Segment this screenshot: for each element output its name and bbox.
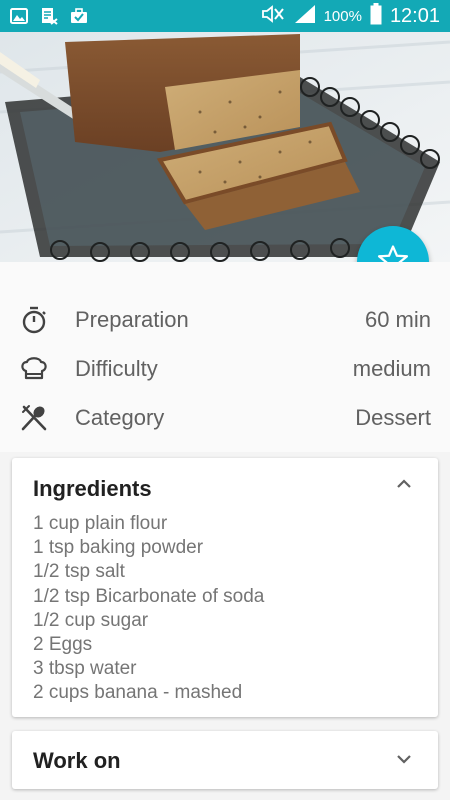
- clock: 12:01: [389, 4, 440, 27]
- timer-icon: [19, 305, 49, 335]
- briefcase-icon: [70, 8, 88, 24]
- signal-icon: [294, 4, 316, 29]
- list-item: 1 tsp baking powder: [33, 537, 204, 559]
- recipe-info: Preparation 60 min Difficulty medium Cat…: [0, 262, 450, 452]
- document-icon: [40, 7, 58, 25]
- info-row-difficulty: Difficulty medium: [0, 345, 450, 393]
- work-on-card[interactable]: Work on: [12, 731, 438, 789]
- list-item: 3 tbsp water: [33, 658, 137, 680]
- info-row-category: Category Dessert: [0, 394, 450, 442]
- chevron-up-icon[interactable]: [396, 477, 412, 495]
- ingredients-title: Ingredients: [33, 476, 152, 501]
- info-value: medium: [352, 356, 431, 381]
- battery-icon: [370, 2, 382, 30]
- notification-icons: [10, 7, 100, 25]
- list-item: 1/2 tsp salt: [33, 561, 125, 583]
- recipe-screen: 100% 12:01 Preparation 60 min Difficulty…: [0, 0, 450, 800]
- list-item: 2 cups banana - mashed: [33, 682, 243, 704]
- utensils-icon: [19, 403, 49, 433]
- info-row-preparation: Preparation 60 min: [0, 296, 450, 344]
- info-label: Difficulty: [75, 356, 158, 381]
- chevron-down-icon[interactable]: [396, 752, 412, 770]
- system-icons: 100% 12:01: [252, 2, 440, 30]
- ingredients-card: Ingredients 1 cup plain flour 1 tsp baki…: [12, 458, 438, 717]
- gallery-icon: [10, 8, 28, 24]
- work-on-title: Work on: [33, 748, 121, 773]
- mute-icon: [260, 4, 286, 29]
- info-label: Preparation: [75, 307, 189, 332]
- info-value: Dessert: [355, 405, 431, 430]
- list-item: 1/2 tsp Bicarbonate of soda: [33, 585, 265, 607]
- info-value: 60 min: [364, 307, 431, 332]
- ingredients-header[interactable]: Ingredients: [12, 458, 438, 514]
- chef-hat-icon: [19, 354, 49, 384]
- ingredients-list: 1 cup plain flour 1 tsp baking powder 1/…: [33, 512, 264, 706]
- list-item: 2 Eggs: [33, 634, 93, 656]
- info-label: Category: [75, 405, 165, 430]
- list-item: 1 cup plain flour: [33, 513, 168, 534]
- list-item: 1/2 cup sugar: [33, 609, 149, 631]
- battery-percent: 100%: [323, 7, 362, 25]
- status-bar: 100% 12:01: [0, 0, 450, 32]
